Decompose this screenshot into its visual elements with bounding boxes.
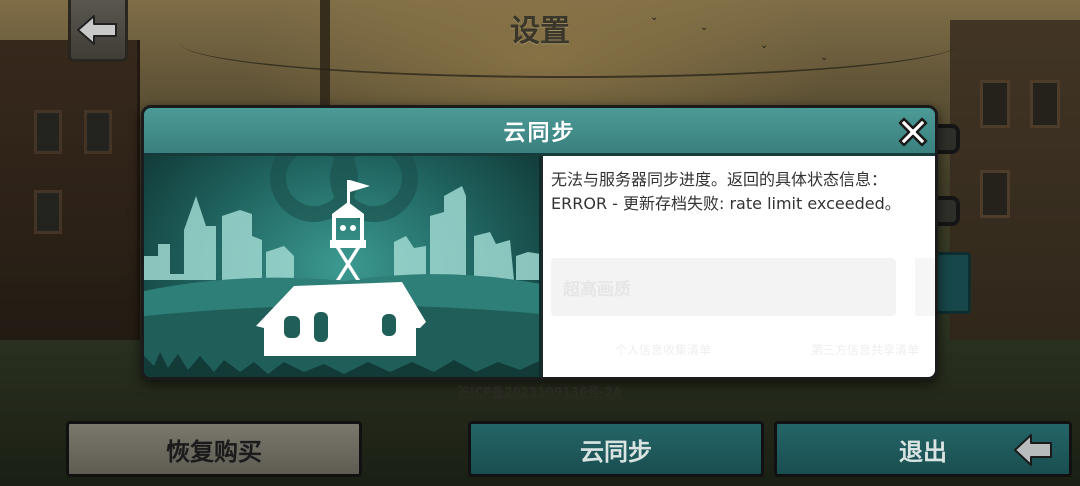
- cloud-sync-dialog: 云同步 无法与服务器同步进度。返回的具体状态信息： ERROR - 更新存档失败…: [141, 105, 938, 380]
- quality-label: 超高画质: [563, 279, 631, 300]
- error-message: 无法与服务器同步进度。返回的具体状态信息： ERROR - 更新存档失败: ra…: [551, 170, 901, 213]
- dialog-title: 云同步: [503, 120, 576, 146]
- close-button[interactable]: [893, 112, 933, 152]
- biohazard-watchtower-illustration: [144, 156, 541, 377]
- third-party-link: 第三方信息共享清单: [811, 343, 920, 357]
- restore-purchase-button[interactable]: 恢复购买: [66, 421, 362, 477]
- exit-button[interactable]: 退出: [774, 421, 1072, 477]
- dialog-header: 云同步: [144, 108, 935, 156]
- quality-selector: 超高画质: [551, 258, 896, 316]
- privacy-link: 个人信息收集清单: [615, 343, 712, 357]
- exit-label: 退出: [899, 437, 947, 466]
- exit-arrow-icon: [1014, 434, 1052, 466]
- dialog-body: 无法与服务器同步进度。返回的具体状态信息： ERROR - 更新存档失败: ra…: [543, 156, 935, 377]
- cloud-sync-button[interactable]: 云同步: [468, 421, 764, 477]
- page-title: 设置: [510, 14, 570, 49]
- icp-link[interactable]: 沪ICP备2025109136号-2A: [0, 383, 1080, 400]
- restore-purchase-label: 恢复购买: [166, 437, 262, 466]
- quality-next-button[interactable]: [935, 252, 971, 314]
- cloud-sync-label: 云同步: [580, 437, 652, 466]
- quality-arrow: [915, 258, 935, 316]
- close-x-icon: [898, 117, 928, 147]
